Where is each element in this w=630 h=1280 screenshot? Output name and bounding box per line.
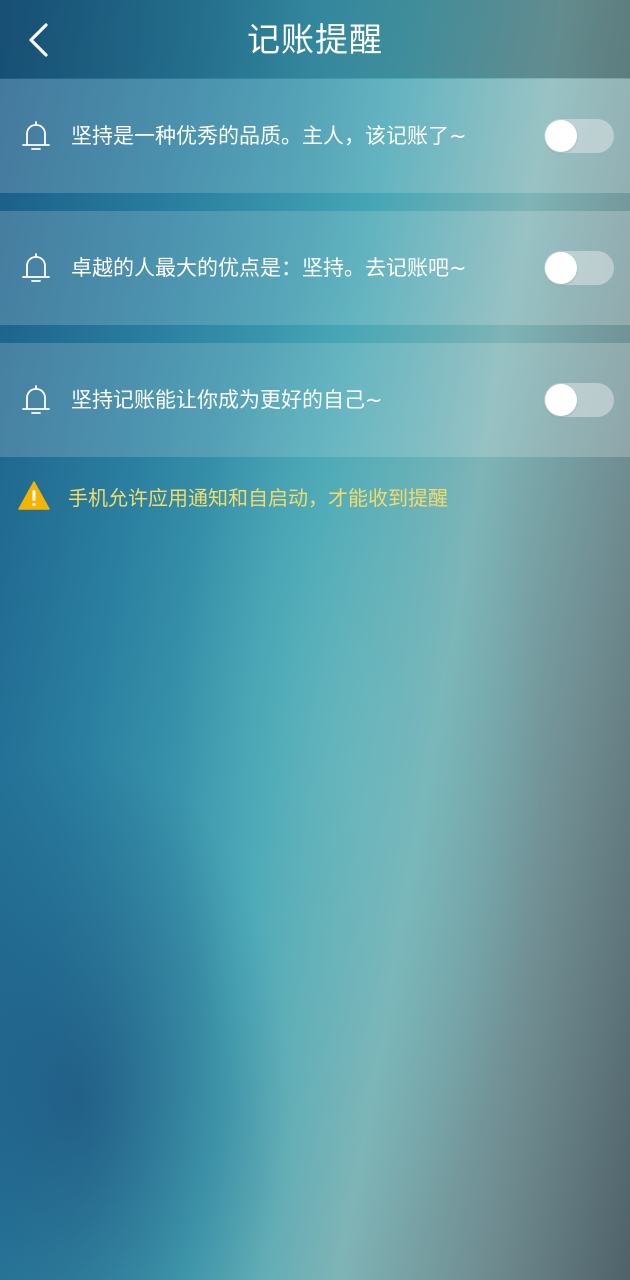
toggle-knob (545, 120, 577, 152)
reminder-toggle[interactable] (544, 251, 614, 285)
bell-icon (22, 385, 50, 414)
notification-permission-notice: 手机允许应用通知和自启动，才能收到提醒 (18, 478, 448, 514)
page-title: 记账提醒 (247, 20, 383, 59)
bell-icon (22, 121, 50, 150)
reminder-label: 坚持记账能让你成为更好的自己~ (71, 388, 383, 412)
warning-icon (18, 481, 50, 510)
notice-text: 手机允许应用通知和自启动，才能收到提醒 (68, 485, 448, 510)
reminder-toggle[interactable] (544, 119, 614, 153)
bell-icon (22, 253, 50, 282)
reminder-label: 卓越的人最大的优点是：坚持。去记账吧~ (71, 256, 467, 280)
reminder-row: 坚持是一种优秀的品质。主人，该记账了~ (0, 79, 630, 193)
reminder-label: 坚持是一种优秀的品质。主人，该记账了~ (71, 124, 467, 148)
reminder-row: 卓越的人最大的优点是：坚持。去记账吧~ (0, 211, 630, 325)
reminder-row: 坚持记账能让你成为更好的自己~ (0, 343, 630, 457)
toggle-knob (545, 384, 577, 416)
reminder-toggle[interactable] (544, 383, 614, 417)
app-header: 记账提醒 (0, 0, 630, 78)
toggle-knob (545, 252, 577, 284)
